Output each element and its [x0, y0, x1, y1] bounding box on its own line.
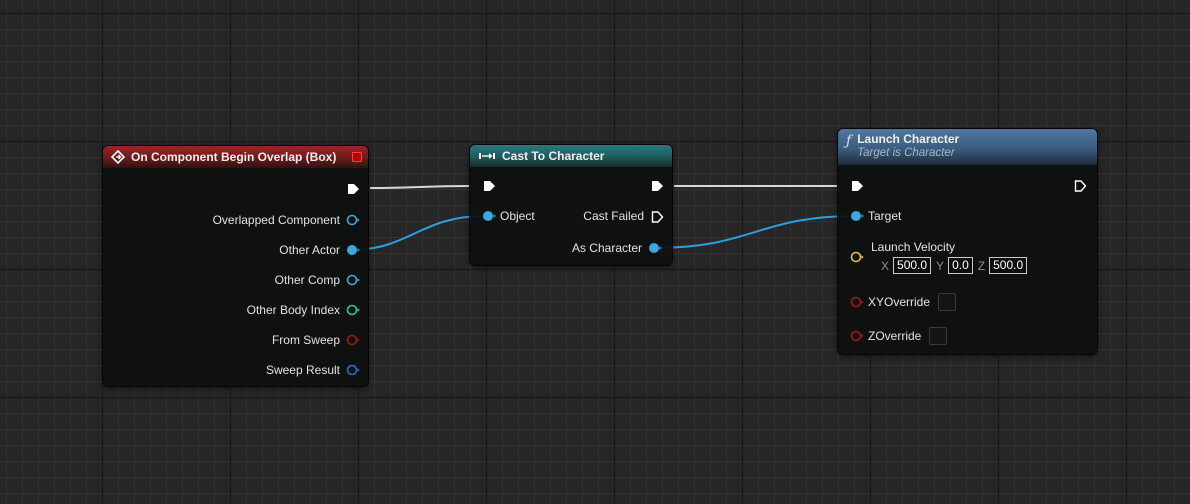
output-row-cast-failed: Cast Failed — [583, 209, 664, 223]
launch-velocity-label-row: Launch Velocity — [871, 240, 955, 254]
y-axis-label: Y — [936, 258, 945, 273]
node-header[interactable]: Cast To Character — [470, 145, 672, 167]
bool-pin-icon[interactable] — [850, 330, 864, 342]
output-row-from-sweep: From Sweep — [271, 333, 360, 347]
exec-output-row — [346, 182, 359, 194]
output-row-sweep-result: Sweep Result — [265, 363, 360, 377]
exec-out-pin-icon[interactable] — [1073, 179, 1087, 192]
output-row-other-actor: Other Actor — [279, 243, 360, 257]
z-override-checkbox[interactable] — [929, 327, 948, 345]
event-diamond-icon — [111, 150, 125, 164]
exec-output-row — [650, 179, 663, 191]
exec-out-pin-icon[interactable] — [650, 179, 663, 191]
object-wire-otheractor-to-object[interactable] — [349, 215, 486, 251]
node-title: On Component Begin Overlap (Box) — [131, 150, 337, 164]
object-pin-icon[interactable] — [482, 210, 496, 222]
velocity-z-field[interactable]: 500.0 — [989, 257, 1028, 274]
input-row-z-override: ZOverride — [850, 327, 948, 345]
exec-out-pin-icon[interactable] — [346, 182, 359, 194]
exec-wire-overlap-to-cast[interactable] — [369, 185, 471, 189]
pin-label: Launch Velocity — [871, 240, 956, 254]
pin-label: From Sweep — [271, 333, 340, 347]
input-row-target: Target — [850, 209, 901, 223]
vector-pin-icon[interactable] — [850, 251, 864, 263]
node-header[interactable]: ƒ Launch Character Target is Character — [838, 129, 1097, 165]
bool-pin-icon[interactable] — [346, 334, 360, 346]
pin-label: Other Comp — [274, 273, 340, 287]
object-pin-icon[interactable] — [346, 214, 360, 226]
object-pin-icon[interactable] — [850, 210, 864, 222]
function-icon: ƒ — [846, 133, 852, 149]
cast-node-cast-to-character[interactable]: Cast To Character Object Cast Failed As … — [470, 145, 672, 265]
exec-in-pin-icon[interactable] — [482, 179, 495, 191]
object-pin-icon[interactable] — [346, 244, 360, 256]
pin-label: Cast Failed — [583, 209, 644, 223]
exec-output-row — [1073, 179, 1087, 192]
pin-label: Target — [868, 209, 902, 223]
node-subtitle: Target is Character — [857, 147, 955, 159]
bool-pin-icon[interactable] — [850, 296, 864, 308]
xy-override-checkbox[interactable] — [938, 293, 957, 311]
node-title: Launch Character — [857, 132, 960, 146]
velocity-y-field[interactable]: 0.0 — [948, 257, 973, 274]
object-wire-ascharacter-to-target[interactable] — [655, 215, 856, 249]
pin-label: Object — [500, 209, 535, 223]
exec-input-row — [482, 179, 495, 191]
output-row-overlapped-component: Overlapped Component — [212, 213, 360, 227]
input-row-launch-velocity — [850, 251, 868, 263]
cast-arrow-icon — [478, 151, 496, 161]
output-row-other-body-index: Other Body Index — [246, 303, 360, 317]
z-axis-label: Z — [977, 258, 986, 273]
event-node-component-begin-overlap[interactable]: On Component Begin Overlap (Box) Overlap… — [103, 146, 368, 386]
pin-label: XYOverride — [868, 295, 931, 309]
velocity-x-field[interactable]: 500.0 — [893, 257, 932, 274]
node-header[interactable]: On Component Begin Overlap (Box) — [103, 146, 368, 168]
pin-label: Overlapped Component — [212, 213, 340, 227]
pin-label: Other Body Index — [246, 303, 340, 317]
function-node-launch-character[interactable]: ƒ Launch Character Target is Character T… — [838, 129, 1097, 354]
launch-velocity-vector-editor: X 500.0 Y 0.0 Z 500.0 — [881, 257, 1032, 274]
node-title: Cast To Character — [502, 149, 605, 163]
exec-out-pin-icon[interactable] — [650, 210, 664, 223]
struct-pin-icon[interactable] — [346, 364, 360, 376]
input-row-object: Object — [482, 209, 535, 223]
int-pin-icon[interactable] — [346, 304, 360, 316]
object-pin-icon[interactable] — [648, 242, 662, 254]
output-row-other-comp: Other Comp — [274, 273, 360, 287]
delegate-pin-icon[interactable] — [352, 152, 362, 162]
input-row-xy-override: XYOverride — [850, 293, 957, 311]
object-pin-icon[interactable] — [346, 274, 360, 286]
output-row-as-character: As Character — [571, 241, 662, 255]
exec-in-pin-icon[interactable] — [850, 179, 863, 191]
pin-label: As Character — [571, 241, 642, 255]
pin-label: Sweep Result — [265, 363, 340, 377]
x-axis-label: X — [881, 258, 890, 273]
exec-input-row — [850, 179, 863, 191]
pin-label: ZOverride — [868, 329, 922, 343]
pin-label: Other Actor — [279, 243, 340, 257]
